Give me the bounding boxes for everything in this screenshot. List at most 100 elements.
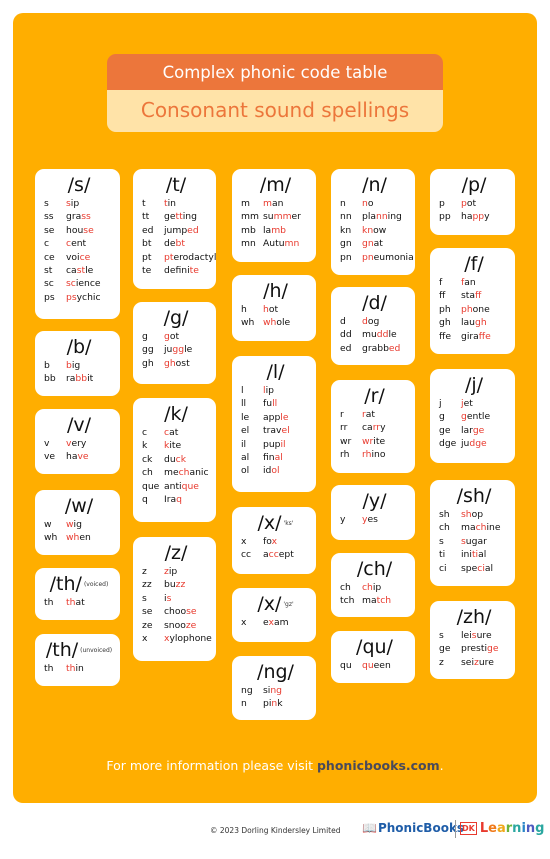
card-r: /r/r rat rr carry wr write rh rhino (331, 380, 415, 473)
grapheme: bt (142, 238, 152, 250)
sound-label: /z/ (142, 541, 210, 565)
sound-label: /k/ (142, 402, 210, 426)
highlighted-grapheme: zz (175, 579, 186, 591)
grapheme: ze (142, 619, 153, 631)
sound-label: /zh/ (439, 605, 509, 629)
word-part: at (169, 427, 179, 438)
spelling-row: s is (142, 592, 210, 605)
grapheme: ed (340, 342, 352, 354)
example-word: judge (461, 437, 487, 450)
spelling-row: n no (340, 197, 409, 210)
spelling-row: ss grass (44, 210, 114, 223)
word-part: ine (486, 522, 501, 534)
spelling-row: ff staff (439, 289, 509, 302)
word-part: y (380, 422, 386, 434)
word-part: ip (372, 582, 382, 593)
word-part: ure (478, 656, 494, 668)
example-word: laugh (461, 316, 487, 329)
spelling-row: th thin (44, 662, 114, 675)
spelling-row: bb rabbit (44, 372, 114, 385)
word-part: ychic (76, 291, 101, 303)
word-part: an (271, 198, 284, 209)
example-word: house (66, 224, 94, 237)
word-part: ra (66, 373, 76, 385)
highlighted-grapheme: pp (472, 211, 485, 223)
word-part: ig (71, 360, 81, 371)
example-word: juggle (164, 343, 192, 356)
example-word: is (164, 592, 171, 605)
grapheme: gg (142, 344, 154, 356)
spelling-row: que antique (142, 480, 210, 493)
spelling-row: il pupil (241, 438, 310, 451)
sound-symbol: /g/ (163, 307, 189, 329)
grapheme: st (44, 265, 53, 277)
word-part: in (75, 663, 84, 674)
spelling-row: s leisure (439, 629, 509, 642)
word-part: ure (476, 630, 492, 641)
example-word: shop (461, 508, 483, 521)
grapheme: ng (241, 685, 253, 696)
grapheme: wr (340, 435, 352, 447)
grapheme: se (44, 224, 55, 236)
example-word: match (362, 594, 391, 607)
card-ch: /ch/ch chip tch match (331, 553, 415, 617)
highlighted-grapheme: gh (475, 317, 487, 329)
dk-logo-icon: DK (460, 822, 477, 835)
example-word: wig (66, 518, 82, 531)
example-word: very (66, 437, 86, 450)
example-word: buzz (164, 578, 185, 591)
example-word: have (66, 450, 89, 463)
dk-learning-logo: DK Learning (460, 821, 544, 836)
sound-label: /y/ (340, 489, 409, 513)
word-part: op (471, 509, 484, 520)
highlighted-grapheme: dd (376, 329, 389, 341)
sound-label: /d/ (340, 291, 409, 315)
word-part: in (167, 198, 176, 209)
example-word: initial (461, 548, 486, 561)
grapheme: x (241, 536, 247, 547)
sound-symbol: /sh/ (456, 485, 492, 507)
sound-note: (unvoiced) (80, 646, 113, 654)
card-f: /f/f fan ff staff ph phone gh laugh ffe giraffe (430, 248, 515, 354)
highlighted-grapheme: ll (272, 398, 278, 410)
grapheme: sh (439, 509, 450, 520)
word-part: ma (362, 595, 377, 607)
spelling-row: g got (142, 330, 210, 343)
example-word: zip (164, 565, 177, 578)
grapheme: sc (44, 278, 54, 290)
spelling-row: z seizure (439, 656, 509, 669)
highlighted-grapheme: ze (185, 619, 197, 631)
grapheme: gn (340, 238, 352, 250)
word-part: eumonia (373, 251, 414, 263)
grapheme: ff (439, 290, 446, 302)
grapheme: b (44, 360, 50, 371)
learning-logo-text: Learning (479, 821, 545, 836)
phonicbooks-link[interactable]: phonicbooks.com (317, 758, 440, 773)
spelling-row: z zip (142, 565, 210, 578)
example-word: dog (362, 315, 379, 328)
grapheme: wh (44, 532, 58, 544)
word-part: ience (75, 278, 101, 290)
example-word: pot (461, 197, 476, 210)
highlighted-grapheme: gh (164, 357, 176, 369)
example-word: man (263, 197, 283, 210)
grapheme: h (241, 304, 247, 315)
example-word: xylophone (164, 632, 212, 645)
word-part: pup (263, 438, 281, 450)
word-part: ing (182, 211, 197, 223)
word-part: sta (461, 290, 476, 302)
example-word: idol (263, 464, 280, 477)
word-part: erodactyl (173, 251, 217, 263)
sound-label: /sh/ (439, 484, 509, 508)
word-part: en (79, 532, 91, 544)
example-word: accept (263, 548, 294, 561)
spelling-row: cc accept (241, 548, 310, 561)
word-part: Autu (263, 238, 285, 250)
sound-label: /t/ (142, 173, 210, 197)
spelling-row: ed jumped (142, 224, 210, 237)
word-part: it (87, 373, 94, 385)
sound-label: /th/(voiced) (44, 572, 114, 596)
spelling-row: v very (44, 437, 114, 450)
sound-symbol: /h/ (263, 280, 288, 302)
grapheme: el (241, 425, 250, 437)
